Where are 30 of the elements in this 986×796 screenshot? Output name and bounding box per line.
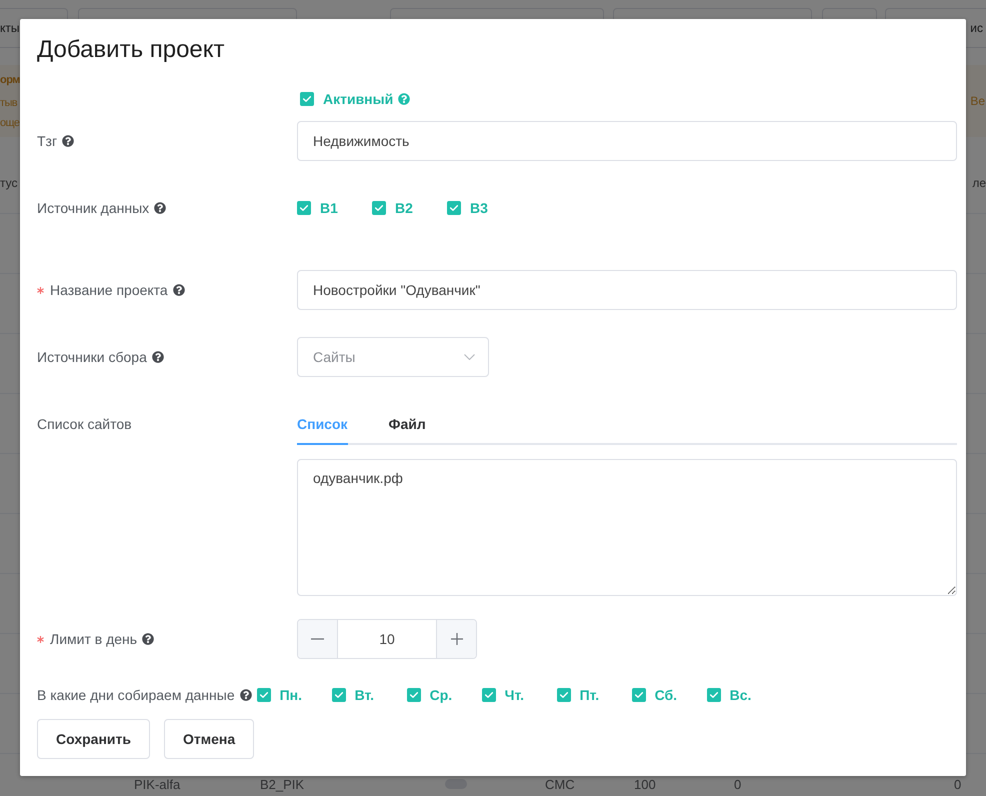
table-cell-text: 0	[734, 777, 742, 793]
notice-text: тыв	[0, 96, 17, 111]
checkbox-label: Пн.	[280, 687, 302, 703]
checkbox-label: Активный	[323, 91, 394, 107]
field-label: Тзг	[37, 133, 58, 149]
checkbox-label: B3	[470, 200, 488, 216]
checkbox-label: Вт.	[354, 687, 374, 703]
checkbox-label: Пт.	[580, 687, 600, 703]
checkbox-label: Чт.	[504, 687, 524, 703]
notice-title: орм	[0, 73, 20, 88]
field-label: Лимит в день	[50, 631, 138, 647]
column-header: ле	[972, 176, 986, 190]
field-label: Название проекта	[50, 282, 168, 298]
field-label: В какие дни собираем данные	[37, 687, 235, 703]
checkbox-label: B1	[320, 200, 338, 216]
table-cell-text: CMC	[545, 777, 576, 793]
checkbox-label: Ср.	[430, 687, 452, 703]
field-label: Источник данных	[37, 200, 150, 216]
column-header: тус	[0, 176, 18, 190]
table-cell-text: 100	[634, 777, 657, 793]
table-cell-text: B2_PIK	[260, 777, 306, 793]
notice-text: още	[0, 116, 20, 131]
field-label: Источники сбора	[37, 349, 147, 365]
table-cell-text: PIK-alfa	[134, 777, 182, 793]
checkbox-label: Вс.	[730, 687, 752, 703]
field-label: Список сайтов	[37, 416, 132, 432]
table-cell-text: 0	[954, 777, 962, 793]
checkbox-label: B2	[395, 200, 413, 216]
notice-text: Ве	[970, 94, 986, 108]
checkbox-label: Сб.	[654, 687, 678, 703]
